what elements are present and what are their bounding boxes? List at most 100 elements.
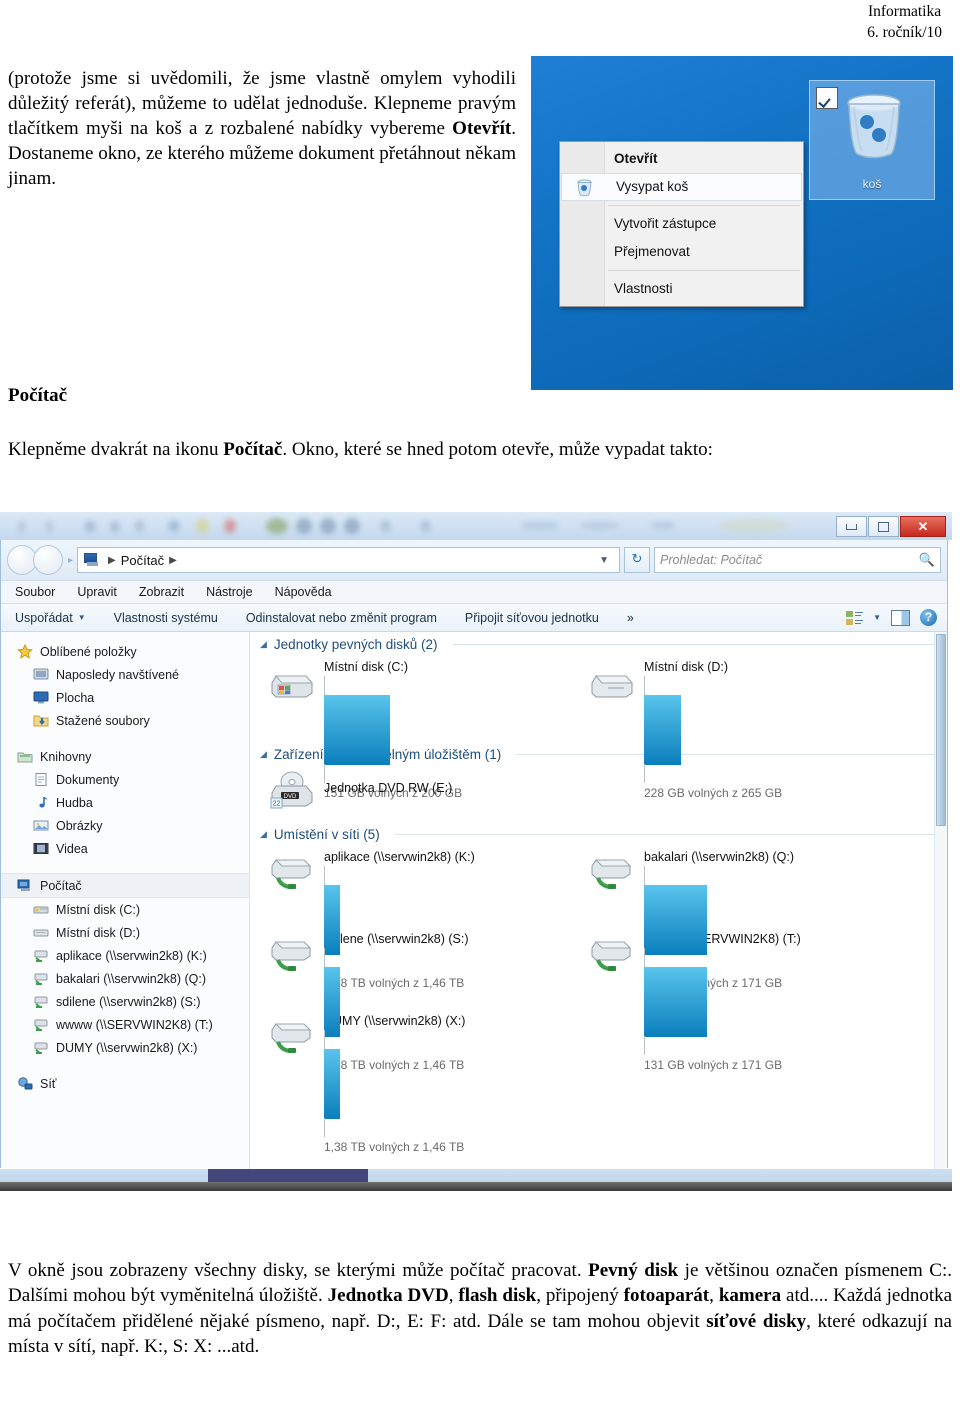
sidebar-item-network-drive-t[interactable]: wwww (\\SERVWIN2K8) (T:) xyxy=(1,1013,249,1036)
history-dropdown-icon[interactable]: ▸ xyxy=(68,555,73,566)
sidebar-item-local-disk-c[interactable]: Místní disk (C:) xyxy=(1,898,249,921)
preview-pane-icon[interactable] xyxy=(891,609,910,626)
refresh-button[interactable]: ↻ xyxy=(624,547,650,573)
map-network-drive-button[interactable]: Připojit síťovou jednotku xyxy=(465,611,599,625)
menu-item-upravit[interactable]: Upravit xyxy=(77,585,117,599)
grade-page-label: 6. ročník/10 xyxy=(867,23,942,41)
menu-bar[interactable]: Soubor Upravit Zobrazit Nástroje Nápověd… xyxy=(1,580,947,604)
sidebar-item-desktop[interactable]: Plocha xyxy=(1,686,249,709)
paragraph-bottom-part4: , připojený xyxy=(536,1285,624,1307)
drive-info: aplikace (\\servwin2k8) (K:) 1,38 TB vol… xyxy=(324,850,588,990)
sidebar-item-libraries[interactable]: Knihovny xyxy=(1,745,249,768)
window-title-bar: ✕ xyxy=(0,512,952,540)
help-icon[interactable]: ? xyxy=(920,609,937,626)
maximize-button[interactable] xyxy=(868,516,899,537)
drive-tile[interactable]: Místní disk (D:) 228 GB volných z 265 GB xyxy=(588,660,908,800)
sidebar-item-recent-places[interactable]: Naposledy navštívené xyxy=(1,663,249,686)
term-camera-video: kamera xyxy=(718,1285,782,1307)
sidebar-item-local-disk-d[interactable]: Místní disk (D:) xyxy=(1,921,249,944)
minimize-icon xyxy=(846,523,857,530)
sidebar-item-network-drive-k[interactable]: aplikace (\\servwin2k8) (K:) xyxy=(1,944,249,967)
navigation-pane: Oblíbené položky Naposledy navštívené Pl… xyxy=(1,632,250,1171)
sidebar-item-label: Oblíbené položky xyxy=(40,644,137,659)
triangle-collapse-icon[interactable]: ◢ xyxy=(260,749,267,760)
context-menu-item-open[interactable]: Otevřít xyxy=(560,145,803,173)
sidebar-item-network-drive-s[interactable]: sdilene (\\servwin2k8) (S:) xyxy=(1,990,249,1013)
explorer-window-screenshot: ✕ ▸ ▶ Počítač ▶ ▼ ↻ Prohledat: Počítač 🔍 xyxy=(0,512,952,1192)
scrollbar-thumb[interactable] xyxy=(936,634,946,826)
network-drive-icon xyxy=(33,1040,49,1055)
chevron-down-icon[interactable]: ▼ xyxy=(599,555,615,566)
network-drive-icon xyxy=(268,932,314,972)
menu-item-zobrazit[interactable]: Zobrazit xyxy=(139,585,184,599)
file-list-pane: ◢ Jednotky pevných disků (2) Místní disk… xyxy=(250,632,947,1171)
drive-free-space: 131 GB volných z 171 GB xyxy=(644,1058,783,1072)
drive-info: Místní disk (D:) 228 GB volných z 265 GB xyxy=(644,660,908,800)
breadcrumb-separator-icon[interactable]: ▶ xyxy=(169,555,177,566)
paragraph-bottom-part5: , xyxy=(709,1285,719,1307)
capacity-bar xyxy=(644,948,908,1055)
sidebar-item-label: DUMY (\\servwin2k8) (X:) xyxy=(56,1040,198,1055)
sidebar-item-pictures[interactable]: Obrázky xyxy=(1,814,249,837)
paragraph-mid-part1: Klepněme dvakrát na ikonu xyxy=(8,439,224,460)
group-header-hard-disks[interactable]: ◢ Jednotky pevných disků (2) xyxy=(250,632,947,654)
checkbox-checked-icon[interactable] xyxy=(816,87,838,109)
context-menu-item-rename[interactable]: Přejmenovat xyxy=(560,238,803,266)
drive-tile[interactable]: aplikace (\\servwin2k8) (K:) 1,38 TB vol… xyxy=(268,850,588,990)
uninstall-program-button[interactable]: Odinstalovat nebo změnit program xyxy=(246,611,437,625)
view-dropdown-icon[interactable]: ▼ xyxy=(873,613,881,622)
context-menu-item-create-shortcut[interactable]: Vytvořit zástupce xyxy=(560,210,803,238)
sidebar-item-label: Plocha xyxy=(56,690,95,705)
sidebar-item-network[interactable]: Síť xyxy=(1,1072,249,1095)
context-menu[interactable]: Otevřít Vysypat koš Vytvořit zástupce Př… xyxy=(559,141,804,307)
desktop-screenshot: koš Otevřít Vysypat koš Vytvořit zástupc… xyxy=(531,56,953,390)
sidebar-item-documents[interactable]: Dokumenty xyxy=(1,768,249,791)
paragraph-top-bold-open: Otevřít xyxy=(452,118,512,140)
context-menu-item-label: Vysypat koš xyxy=(616,179,689,194)
sidebar-item-label: Hudba xyxy=(56,795,93,810)
drive-tile[interactable]: DVD 22 Jednotka DVD RW (E:) xyxy=(268,770,588,810)
close-icon: ✕ xyxy=(917,519,929,534)
recycle-bin-desktop-tile[interactable]: koš xyxy=(809,80,935,200)
vertical-scrollbar[interactable] xyxy=(934,632,947,1171)
paragraph-mid-part2: . Okno, které se hned potom otevře, může… xyxy=(282,439,713,460)
capacity-bar xyxy=(644,676,908,783)
chevron-down-icon: ▼ xyxy=(77,613,86,622)
triangle-collapse-icon[interactable]: ◢ xyxy=(260,829,267,840)
menu-item-nastroje[interactable]: Nástroje xyxy=(206,585,253,599)
sidebar-item-music[interactable]: Hudba xyxy=(1,791,249,814)
sidebar-item-favorites[interactable]: Oblíbené položky xyxy=(1,640,249,663)
desktop-icon xyxy=(33,690,49,705)
drive-free-space: 228 GB volných z 265 GB xyxy=(644,786,783,800)
sidebar-item-videos[interactable]: Videa xyxy=(1,837,249,860)
search-box[interactable]: Prohledat: Počítač 🔍 xyxy=(654,547,941,573)
drive-tile[interactable]: bakalari (\\servwin2k8) (Q:) 131 GB voln… xyxy=(588,850,908,990)
breadcrumb-pocitac[interactable]: Počítač xyxy=(121,553,164,568)
toolbar-overflow-button[interactable]: » xyxy=(627,611,634,625)
triangle-collapse-icon[interactable]: ◢ xyxy=(260,639,267,650)
menu-item-napoveda[interactable]: Nápověda xyxy=(275,585,332,599)
organize-button[interactable]: Uspořádat ▼ xyxy=(15,611,86,625)
drive-tile[interactable]: Místní disk (C:) 151 GB volných z 200 GB xyxy=(268,660,588,800)
sidebar-item-label: Místní disk (C:) xyxy=(56,902,141,917)
minimize-button[interactable] xyxy=(836,516,867,537)
computer-icon xyxy=(17,878,33,893)
sidebar-item-computer[interactable]: Počítač xyxy=(1,873,249,898)
system-properties-button[interactable]: Vlastnosti systému xyxy=(114,611,218,625)
context-menu-item-properties[interactable]: Vlastnosti xyxy=(560,275,803,303)
sidebar-item-network-drive-x[interactable]: DUMY (\\servwin2k8) (X:) xyxy=(1,1036,249,1059)
address-bar[interactable]: ▶ Počítač ▶ ▼ xyxy=(77,547,620,573)
window-controls[interactable]: ✕ xyxy=(836,516,946,537)
view-layout-icon[interactable] xyxy=(846,610,864,625)
sidebar-item-label: bakalari (\\servwin2k8) (Q:) xyxy=(56,971,207,986)
sidebar-item-label: aplikace (\\servwin2k8) (K:) xyxy=(56,948,207,963)
sidebar-item-network-drive-q[interactable]: bakalari (\\servwin2k8) (Q:) xyxy=(1,967,249,990)
group-header-network-locations[interactable]: ◢ Umístění v síti (5) xyxy=(250,822,947,844)
forward-button[interactable] xyxy=(33,545,63,575)
sidebar-item-label: Obrázky xyxy=(56,818,103,833)
context-menu-item-empty-bin[interactable]: Vysypat koš xyxy=(561,173,802,201)
sidebar-item-downloads[interactable]: Stažené soubory xyxy=(1,709,249,732)
menu-item-soubor[interactable]: Soubor xyxy=(15,585,55,599)
close-button[interactable]: ✕ xyxy=(900,516,946,537)
toolbar-right-group: ▼ ? xyxy=(846,609,947,626)
